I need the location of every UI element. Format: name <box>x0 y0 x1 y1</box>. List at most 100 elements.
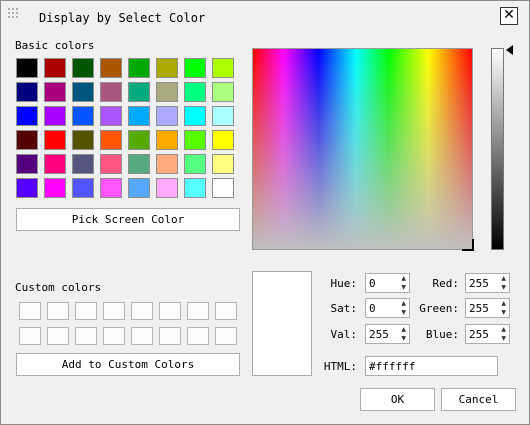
sat-spinbox[interactable]: 0 ▲ ▼ <box>365 298 410 318</box>
basic-color-swatch[interactable] <box>184 154 206 174</box>
html-hex-input[interactable]: #ffffff <box>365 356 498 376</box>
basic-color-swatch[interactable] <box>156 154 178 174</box>
basic-color-swatch[interactable] <box>128 58 150 78</box>
basic-color-swatch[interactable] <box>72 58 94 78</box>
hue-saturation-picker[interactable] <box>252 48 473 250</box>
basic-color-swatch[interactable] <box>16 58 38 78</box>
basic-color-swatch[interactable] <box>156 106 178 126</box>
red-spinbox[interactable]: 255 ▲ ▼ <box>465 273 510 293</box>
ok-button[interactable]: OK <box>360 388 435 411</box>
basic-color-swatch[interactable] <box>100 154 122 174</box>
basic-color-swatch[interactable] <box>16 154 38 174</box>
custom-color-swatch[interactable] <box>75 302 97 320</box>
html-label: HTML: <box>323 360 357 373</box>
picker-crosshair[interactable] <box>462 239 474 251</box>
basic-color-swatch[interactable] <box>44 106 66 126</box>
basic-color-swatch[interactable] <box>44 58 66 78</box>
basic-color-swatch[interactable] <box>212 106 234 126</box>
basic-color-swatch[interactable] <box>156 130 178 150</box>
drag-grip-icon[interactable] <box>7 7 19 19</box>
custom-color-swatch[interactable] <box>131 327 153 345</box>
value-slider[interactable] <box>491 48 504 250</box>
basic-color-swatch[interactable] <box>16 178 38 198</box>
basic-color-swatch[interactable] <box>44 178 66 198</box>
basic-color-swatch[interactable] <box>128 106 150 126</box>
spin-down-icon[interactable]: ▼ <box>401 285 406 291</box>
custom-color-swatch[interactable] <box>215 302 237 320</box>
basic-color-swatch[interactable] <box>72 130 94 150</box>
basic-color-swatch[interactable] <box>184 130 206 150</box>
val-label: Val: <box>330 328 358 341</box>
pick-screen-color-button[interactable]: Pick Screen Color <box>16 208 240 231</box>
basic-color-swatch[interactable] <box>16 106 38 126</box>
basic-color-swatch[interactable] <box>184 178 206 198</box>
custom-color-swatch[interactable] <box>103 327 125 345</box>
basic-color-swatch[interactable] <box>128 178 150 198</box>
basic-color-swatch[interactable] <box>128 82 150 102</box>
basic-color-swatch[interactable] <box>72 154 94 174</box>
basic-colors-grid <box>16 58 234 198</box>
basic-color-swatch[interactable] <box>100 106 122 126</box>
spin-up-icon[interactable]: ▲ <box>501 301 506 307</box>
custom-color-swatch[interactable] <box>47 302 69 320</box>
basic-color-swatch[interactable] <box>184 106 206 126</box>
value-slider-arrow-icon[interactable] <box>506 45 513 55</box>
spin-up-icon[interactable]: ▲ <box>501 327 506 333</box>
spin-up-icon[interactable]: ▲ <box>401 327 406 333</box>
basic-color-swatch[interactable] <box>156 58 178 78</box>
basic-color-swatch[interactable] <box>44 130 66 150</box>
custom-color-swatch[interactable] <box>103 302 125 320</box>
basic-color-swatch[interactable] <box>72 178 94 198</box>
custom-colors-grid <box>19 302 237 345</box>
basic-colors-label: Basic colors <box>15 39 95 52</box>
spin-down-icon[interactable]: ▼ <box>401 336 406 342</box>
green-spinbox[interactable]: 255 ▲ ▼ <box>465 298 510 318</box>
basic-color-swatch[interactable] <box>184 58 206 78</box>
basic-color-swatch[interactable] <box>100 82 122 102</box>
basic-color-swatch[interactable] <box>44 154 66 174</box>
basic-color-swatch[interactable] <box>184 82 206 102</box>
spin-up-icon[interactable]: ▲ <box>401 276 406 282</box>
cancel-button[interactable]: Cancel <box>441 388 516 411</box>
spin-up-icon[interactable]: ▲ <box>401 301 406 307</box>
basic-color-swatch[interactable] <box>16 130 38 150</box>
custom-color-swatch[interactable] <box>187 302 209 320</box>
spin-up-icon[interactable]: ▲ <box>501 276 506 282</box>
close-button[interactable]: ✕ <box>500 7 518 25</box>
basic-color-swatch[interactable] <box>100 58 122 78</box>
custom-color-swatch[interactable] <box>187 327 209 345</box>
hue-spinbox[interactable]: 0 ▲ ▼ <box>365 273 410 293</box>
add-to-custom-colors-button[interactable]: Add to Custom Colors <box>16 353 240 376</box>
basic-color-swatch[interactable] <box>100 130 122 150</box>
custom-color-swatch[interactable] <box>131 302 153 320</box>
basic-color-swatch[interactable] <box>212 58 234 78</box>
custom-color-swatch[interactable] <box>159 302 181 320</box>
basic-color-swatch[interactable] <box>212 82 234 102</box>
basic-color-swatch[interactable] <box>156 82 178 102</box>
basic-color-swatch[interactable] <box>72 106 94 126</box>
spin-down-icon[interactable]: ▼ <box>501 310 506 316</box>
basic-color-swatch[interactable] <box>16 82 38 102</box>
color-preview <box>252 271 312 376</box>
basic-color-swatch[interactable] <box>100 178 122 198</box>
custom-color-swatch[interactable] <box>215 327 237 345</box>
blue-spinbox[interactable]: 255 ▲ ▼ <box>465 324 510 344</box>
custom-color-swatch[interactable] <box>47 327 69 345</box>
basic-color-swatch[interactable] <box>128 154 150 174</box>
val-spinbox[interactable]: 255 ▲ ▼ <box>365 324 410 344</box>
basic-color-swatch[interactable] <box>212 130 234 150</box>
custom-color-swatch[interactable] <box>19 327 41 345</box>
basic-color-swatch[interactable] <box>128 130 150 150</box>
basic-color-swatch[interactable] <box>72 82 94 102</box>
spin-down-icon[interactable]: ▼ <box>501 336 506 342</box>
basic-color-swatch[interactable] <box>212 178 234 198</box>
custom-color-swatch[interactable] <box>159 327 181 345</box>
html-hex-value: #ffffff <box>369 360 416 373</box>
spin-down-icon[interactable]: ▼ <box>501 285 506 291</box>
spin-down-icon[interactable]: ▼ <box>401 310 406 316</box>
basic-color-swatch[interactable] <box>156 178 178 198</box>
custom-color-swatch[interactable] <box>75 327 97 345</box>
custom-color-swatch[interactable] <box>19 302 41 320</box>
basic-color-swatch[interactable] <box>44 82 66 102</box>
basic-color-swatch[interactable] <box>212 154 234 174</box>
